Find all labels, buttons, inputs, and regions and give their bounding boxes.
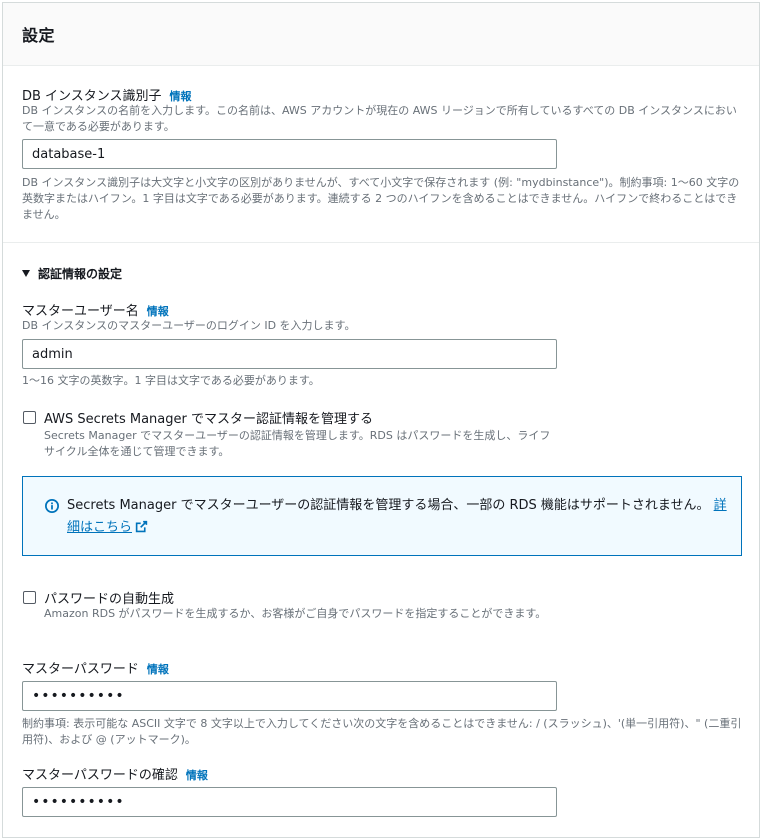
panel-title: 設定 <box>22 26 56 45</box>
secrets-manager-label[interactable]: AWS Secrets Manager でマスター認証情報を管理する <box>44 408 373 427</box>
credentials-section-toggle[interactable]: 認証情報の設定 <box>22 265 122 282</box>
master-password-constraint: 制約事項: 表示可能な ASCII 文字で 8 文字以上で入力してください次の文… <box>22 717 742 746</box>
confirm-password-label: マスターパスワードの確認 情報 <box>22 764 208 783</box>
secrets-manager-info-alert: Secrets Manager でマスターユーザーの認証情報を管理する場合、一部… <box>22 476 742 556</box>
db-identifier-info-link[interactable]: 情報 <box>170 90 192 103</box>
confirm-password-input[interactable] <box>22 787 557 817</box>
db-identifier-input[interactable] <box>22 139 557 169</box>
master-username-input[interactable] <box>22 339 557 369</box>
alert-text: Secrets Manager でマスターユーザーの認証情報を管理する場合、一部… <box>67 498 710 513</box>
external-link-icon[interactable] <box>135 520 148 533</box>
auto-password-label[interactable]: パスワードの自動生成 <box>44 588 174 607</box>
master-password-label: マスターパスワード 情報 <box>22 658 169 677</box>
db-identifier-description: DB インスタンスの名前を入力します。この名前は、AWS アカウントが現在の A… <box>22 104 737 133</box>
master-password-label-text: マスターパスワード <box>22 662 139 677</box>
caret-down-icon <box>22 270 30 277</box>
section-divider <box>3 242 759 243</box>
master-username-constraint: 1〜16 文字の英数字。1 字目は文字である必要があります。 <box>22 374 320 387</box>
confirm-password-info-link[interactable]: 情報 <box>186 769 208 782</box>
master-username-info-link[interactable]: 情報 <box>147 305 169 318</box>
master-username-label: マスターユーザー名 情報 <box>22 300 169 319</box>
db-identifier-label: DB インスタンス識別子 情報 <box>22 85 192 104</box>
db-identifier-label-text: DB インスタンス識別子 <box>22 89 162 104</box>
auto-password-checkbox[interactable] <box>23 591 36 604</box>
secrets-manager-checkbox[interactable] <box>23 411 36 424</box>
master-username-description: DB インスタンスのマスターユーザーのログイン ID を入力します。 <box>22 319 356 332</box>
confirm-password-label-text: マスターパスワードの確認 <box>22 768 178 783</box>
secrets-manager-description: Secrets Manager でマスターユーザーの認証情報を管理します。RDS… <box>44 429 551 458</box>
credentials-section-title: 認証情報の設定 <box>38 267 123 281</box>
master-password-info-link[interactable]: 情報 <box>147 663 169 676</box>
settings-panel: 設定 DB インスタンス識別子 情報 DB インスタンスの名前を入力します。この名… <box>2 2 760 838</box>
info-circle-icon <box>45 499 59 513</box>
panel-header: 設定 <box>3 3 759 66</box>
alert-message: Secrets Manager でマスターユーザーの認証情報を管理する場合、一部… <box>67 495 727 539</box>
auto-password-description: Amazon RDS がパスワードを生成するか、お客様がご自身でパスワードを指定… <box>44 607 547 620</box>
db-identifier-constraint: DB インスタンス識別子は大文字と小文字の区別がありませんが、すべて小文字で保存… <box>22 176 740 221</box>
master-username-label-text: マスターユーザー名 <box>22 304 139 319</box>
master-password-input[interactable] <box>22 681 557 711</box>
